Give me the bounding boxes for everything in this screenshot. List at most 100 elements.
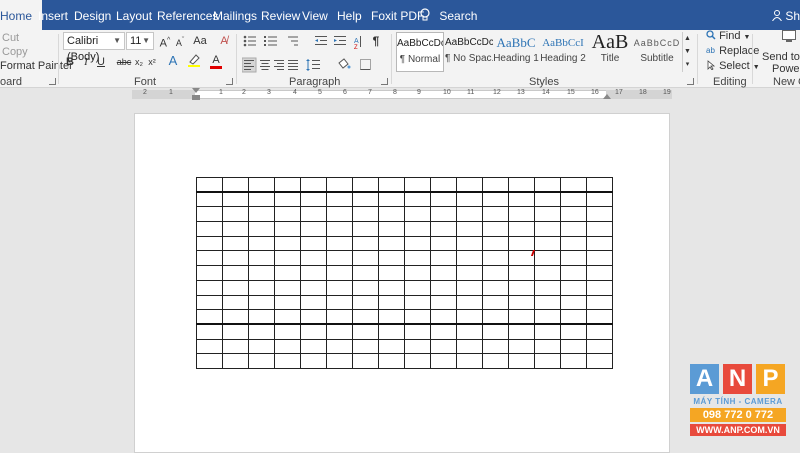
table-row[interactable] xyxy=(196,221,613,237)
table-cell[interactable] xyxy=(534,294,561,311)
table-cell[interactable] xyxy=(300,279,327,296)
table-cell[interactable] xyxy=(222,338,249,355)
table-cell[interactable] xyxy=(404,235,431,252)
clipboard-launcher-icon[interactable] xyxy=(49,78,56,85)
table-cell[interactable] xyxy=(482,221,509,237)
table-cell[interactable] xyxy=(300,294,327,311)
style-subtitle[interactable]: AaBbCcD Subtitle xyxy=(633,32,681,72)
table-cell[interactable] xyxy=(482,191,509,208)
table-cell[interactable] xyxy=(326,177,353,194)
table-cell[interactable] xyxy=(352,323,379,340)
font-launcher-icon[interactable] xyxy=(226,78,233,85)
table-cell[interactable] xyxy=(378,235,405,252)
text-effects-button[interactable]: A xyxy=(166,53,180,69)
table-cell[interactable] xyxy=(430,177,457,194)
justify-icon[interactable] xyxy=(288,60,298,70)
table-cell[interactable] xyxy=(456,177,483,194)
table-cell[interactable] xyxy=(326,279,353,296)
table-cell[interactable] xyxy=(508,235,535,252)
multilevel-list-icon[interactable] xyxy=(288,36,298,46)
table-cell[interactable] xyxy=(482,294,509,311)
table-cell[interactable] xyxy=(378,250,405,267)
table-cell[interactable] xyxy=(300,206,327,223)
highlight-button[interactable] xyxy=(186,53,202,69)
tab-view[interactable]: View xyxy=(302,0,328,30)
table-cell[interactable] xyxy=(378,294,405,311)
table-cell[interactable] xyxy=(196,353,223,369)
table-cell[interactable] xyxy=(274,338,301,355)
table-cell[interactable] xyxy=(326,338,353,355)
table-cell[interactable] xyxy=(508,221,535,237)
table-cell[interactable] xyxy=(560,221,587,237)
table-cell[interactable] xyxy=(248,338,275,355)
table-cell[interactable] xyxy=(508,338,535,355)
table-cell[interactable] xyxy=(482,323,509,340)
table-cell[interactable] xyxy=(274,235,301,252)
table-row[interactable] xyxy=(196,191,613,208)
table-cell[interactable] xyxy=(404,191,431,208)
document-table[interactable] xyxy=(196,177,613,369)
table-cell[interactable] xyxy=(222,191,249,208)
table-cell[interactable] xyxy=(274,279,301,296)
table-cell[interactable] xyxy=(560,338,587,355)
table-cell[interactable] xyxy=(586,250,613,267)
table-cell[interactable] xyxy=(352,177,379,194)
table-cell[interactable] xyxy=(378,206,405,223)
table-cell[interactable] xyxy=(352,279,379,296)
table-cell[interactable] xyxy=(430,250,457,267)
table-cell[interactable] xyxy=(430,206,457,223)
table-cell[interactable] xyxy=(378,338,405,355)
change-case-button[interactable]: Aa xyxy=(189,33,211,49)
table-cell[interactable] xyxy=(586,177,613,194)
table-cell[interactable] xyxy=(326,353,353,369)
table-cell[interactable] xyxy=(248,265,275,281)
table-cell[interactable] xyxy=(352,235,379,252)
table-cell[interactable] xyxy=(196,279,223,296)
table-cell[interactable] xyxy=(378,323,405,340)
table-cell[interactable] xyxy=(352,294,379,311)
first-line-indent-marker[interactable] xyxy=(192,88,200,93)
table-cell[interactable] xyxy=(456,250,483,267)
table-cell[interactable] xyxy=(196,294,223,311)
table-cell[interactable] xyxy=(482,250,509,267)
style-heading-1[interactable]: AaBbC Heading 1 xyxy=(492,32,540,72)
format-painter-button[interactable]: Format Painter xyxy=(0,60,73,72)
table-cell[interactable] xyxy=(534,191,561,208)
show-formatting-button[interactable]: ¶ xyxy=(370,33,382,49)
table-cell[interactable] xyxy=(326,294,353,311)
table-cell[interactable] xyxy=(456,279,483,296)
copy-button[interactable]: Copy xyxy=(2,46,28,58)
table-cell[interactable] xyxy=(430,294,457,311)
grow-font-button[interactable]: A^ xyxy=(158,33,172,50)
horizontal-ruler[interactable]: 2 1 1 2 3 4 5 6 7 8 9 10 11 12 13 14 15 16 17 18 19 xyxy=(0,88,800,100)
table-cell[interactable] xyxy=(508,206,535,223)
table-cell[interactable] xyxy=(508,323,535,340)
table-cell[interactable] xyxy=(196,265,223,281)
paragraph-launcher-icon[interactable] xyxy=(381,78,388,85)
table-cell[interactable] xyxy=(482,206,509,223)
tab-home[interactable]: Home xyxy=(0,0,43,30)
align-center-icon[interactable] xyxy=(260,60,270,70)
table-cell[interactable] xyxy=(248,177,275,194)
table-cell[interactable] xyxy=(404,265,431,281)
table-cell[interactable] xyxy=(560,265,587,281)
table-cell[interactable] xyxy=(430,353,457,369)
table-row[interactable] xyxy=(196,309,613,326)
table-cell[interactable] xyxy=(430,191,457,208)
table-cell[interactable] xyxy=(248,206,275,223)
table-row[interactable] xyxy=(196,338,613,355)
table-cell[interactable] xyxy=(196,191,223,208)
table-cell[interactable] xyxy=(534,265,561,281)
table-cell[interactable] xyxy=(300,221,327,237)
table-cell[interactable] xyxy=(326,191,353,208)
table-cell[interactable] xyxy=(326,221,353,237)
table-cell[interactable] xyxy=(326,206,353,223)
table-cell[interactable] xyxy=(560,323,587,340)
table-cell[interactable] xyxy=(508,294,535,311)
table-cell[interactable] xyxy=(586,265,613,281)
table-cell[interactable] xyxy=(196,309,223,326)
table-cell[interactable] xyxy=(326,265,353,281)
table-cell[interactable] xyxy=(508,279,535,296)
table-cell[interactable] xyxy=(586,309,613,326)
style-heading-2[interactable]: AaBbCcI Heading 2 xyxy=(539,32,587,72)
